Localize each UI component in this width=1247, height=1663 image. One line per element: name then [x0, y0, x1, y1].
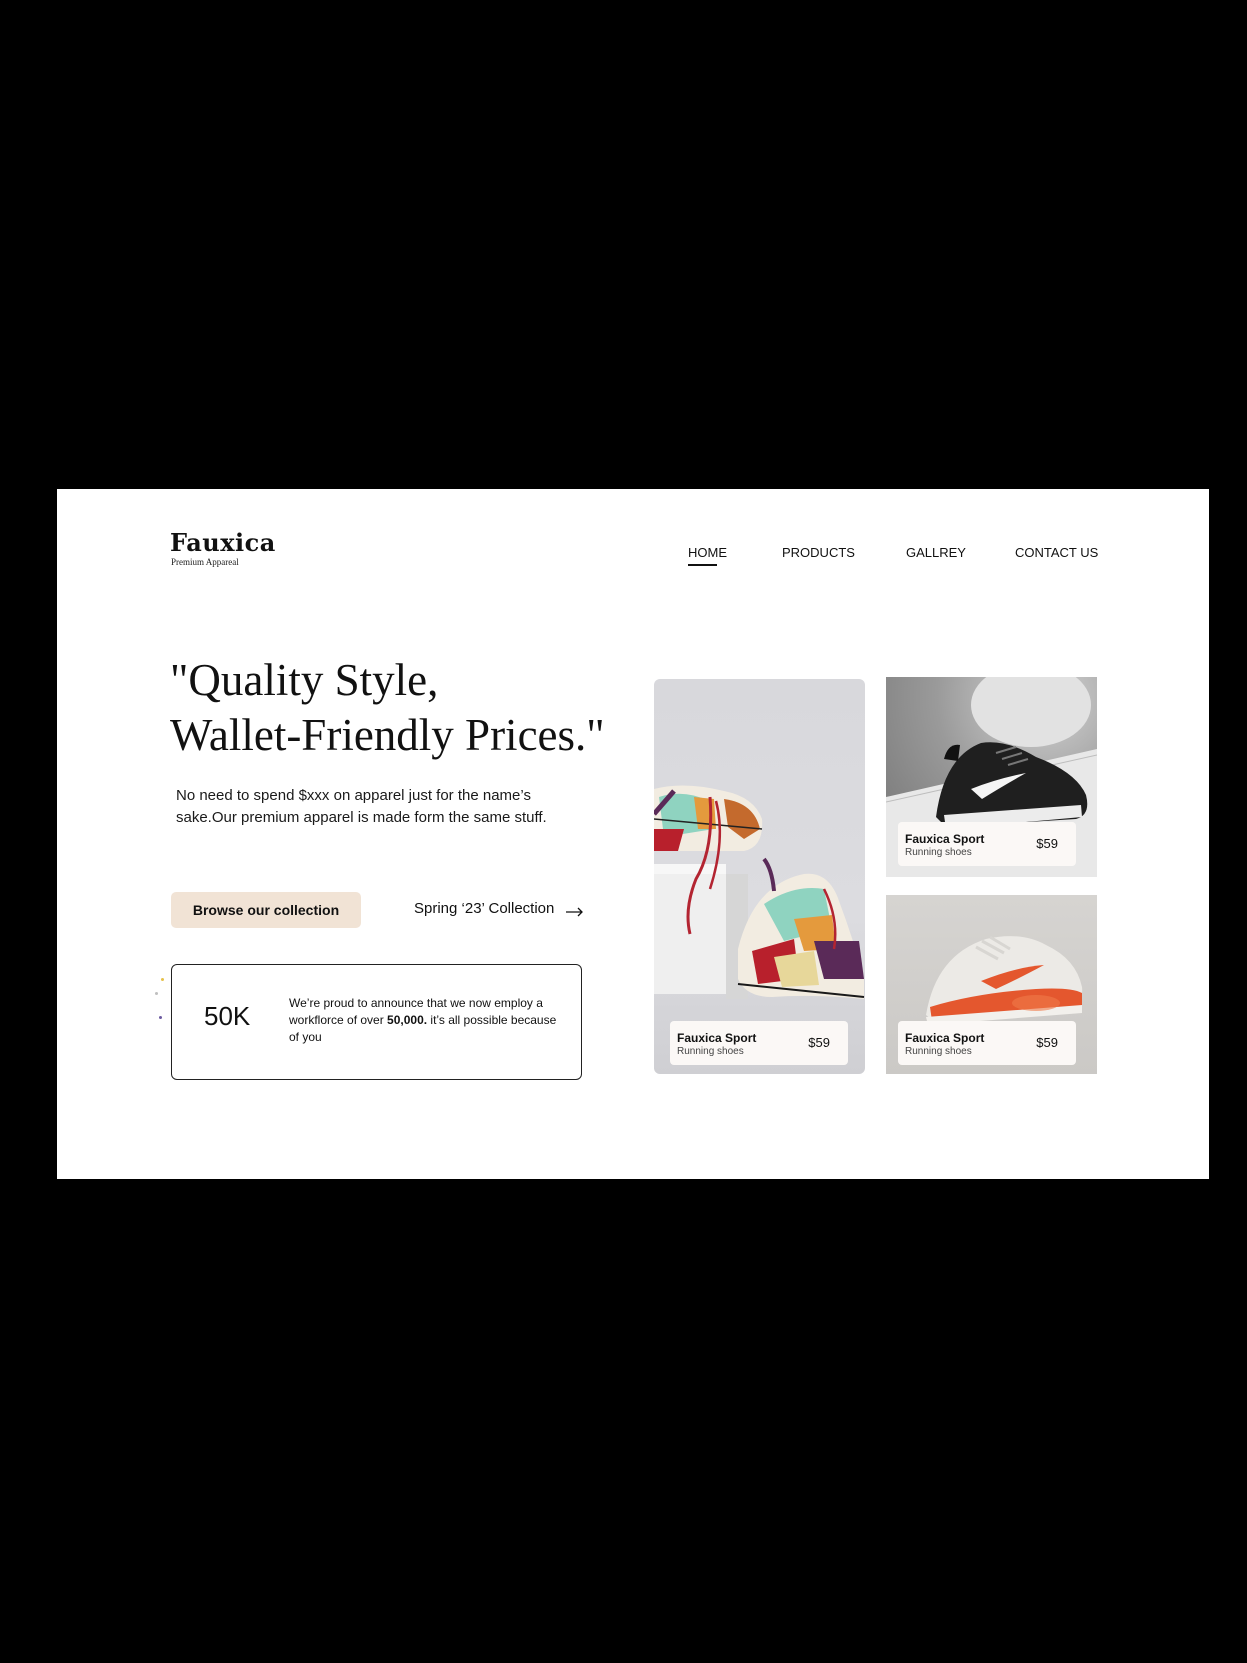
- product-brand: Fauxica Sport: [677, 1031, 757, 1045]
- confetti-dot: [161, 978, 164, 981]
- product-card[interactable]: Fauxica Sport Running shoes $59: [898, 1021, 1076, 1065]
- product-brand: Fauxica Sport: [905, 1031, 985, 1045]
- product-brand: Fauxica Sport: [905, 832, 985, 846]
- spring-collection-label: Spring ‘23’ Collection: [414, 900, 555, 917]
- product-type: Running shoes: [677, 1046, 744, 1057]
- browse-collection-button[interactable]: Browse our collection: [171, 892, 361, 928]
- product-type: Running shoes: [905, 847, 972, 858]
- hero-intro: No need to spend $xxx on apparel just fo…: [176, 787, 547, 826]
- spring-collection-link[interactable]: Spring ‘23’ Collection: [414, 900, 584, 917]
- stat-text-bold: 50,000.: [387, 1013, 428, 1027]
- product-type: Running shoes: [905, 1046, 972, 1057]
- sneakers-illustration: [654, 785, 865, 999]
- product-card[interactable]: Fauxica Sport Running shoes $59: [898, 822, 1076, 866]
- stat-number: 50K: [204, 1001, 251, 1031]
- product-price: $59: [1036, 836, 1058, 851]
- confetti-dot: [155, 992, 158, 995]
- main-nav: HOME PRODUCTS GALLREY CONTACT US: [57, 545, 1209, 569]
- landing-page: Fauxica Premium Appareal HOME PRODUCTS G…: [57, 489, 1209, 1179]
- hero-headline: "Quality Style, Wallet-Friendly Prices.": [170, 653, 640, 763]
- stat-text: We’re proud to announce that we now empl…: [289, 995, 564, 1046]
- browse-collection-label: Browse our collection: [192, 902, 340, 918]
- confetti-dot: [159, 1016, 162, 1019]
- product-price: $59: [808, 1035, 830, 1050]
- hero-headline-line-1: "Quality Style,: [170, 655, 439, 705]
- nav-item-contact[interactable]: CONTACT US: [1015, 545, 1098, 560]
- product-card[interactable]: Fauxica Sport Running shoes $59: [670, 1021, 848, 1065]
- product-photo-black-sneaker[interactable]: Fauxica Sport Running shoes $59: [886, 677, 1097, 877]
- nav-item-products[interactable]: PRODUCTS: [782, 545, 855, 560]
- stat-card: 50K We’re proud to announce that we now …: [171, 964, 582, 1080]
- product-photo-colorful-sneakers[interactable]: Fauxica Sport Running shoes $59: [654, 679, 865, 1074]
- product-photo-orange-sneaker[interactable]: Fauxica Sport Running shoes $59: [886, 895, 1097, 1074]
- hero-headline-line-2: Wallet-Friendly Prices.": [170, 710, 605, 760]
- arrow-right-icon: [566, 904, 584, 916]
- product-price: $59: [1036, 1035, 1058, 1050]
- nav-item-gallery[interactable]: GALLREY: [906, 545, 966, 560]
- nav-item-home[interactable]: HOME: [688, 545, 727, 566]
